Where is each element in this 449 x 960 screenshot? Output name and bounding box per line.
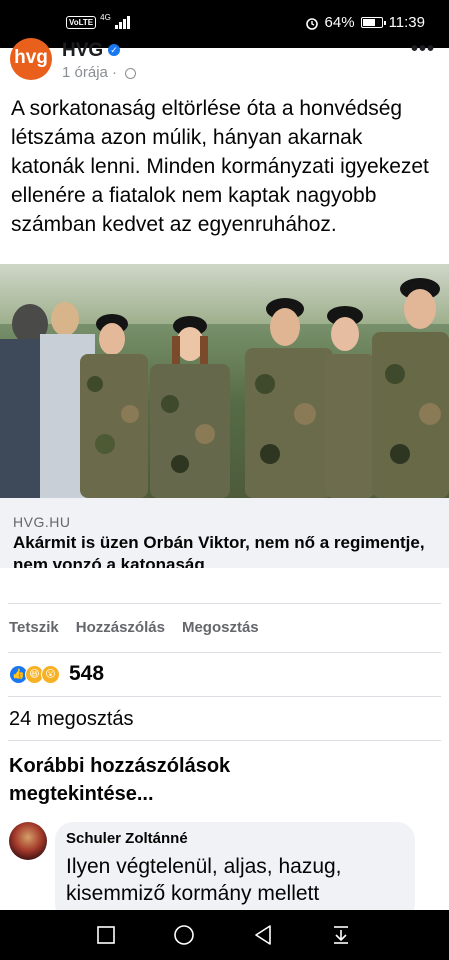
status-right: 64% 11:39 [305,14,425,31]
navigation-bar [0,910,449,960]
divider [8,696,441,697]
post-timestamp[interactable]: 1 órája · [62,64,137,81]
notification-shade-icon[interactable] [311,910,371,960]
battery-icon [360,17,386,28]
globe-icon [125,67,137,79]
home-icon[interactable] [154,910,214,960]
volte-icon: VoLTE [66,16,97,29]
soldiers-illustration [0,278,449,498]
comment-bubble[interactable]: Schuler Zoltánné Ilyen végtelenül, aljas… [55,822,415,922]
divider [8,603,441,604]
reaction-count: 548 [69,662,105,685]
commenter-avatar[interactable] [9,822,47,860]
signal-icon [114,16,130,29]
post-image[interactable] [0,264,449,498]
more-options-icon[interactable]: ••• [411,38,435,61]
separator-dot: · [112,64,122,81]
link-preview[interactable]: HVG.HU Akármit is üzen Orbán Viktor, nem… [0,498,449,568]
divider [8,740,441,741]
comment-button[interactable]: Hozzászólás [76,619,165,636]
comment-text: Ilyen végtelenül, aljas, hazug, kisemmiz… [66,855,342,905]
comment-author[interactable]: Schuler Zoltánné [66,830,188,847]
share-count[interactable]: 24 megosztás [9,708,134,731]
back-icon[interactable] [233,910,293,960]
link-domain: HVG.HU [13,514,71,530]
view-previous-comments-link[interactable]: Korábbi hozzászólások megtekintése... [9,752,309,808]
recent-apps-icon[interactable] [76,910,136,960]
page-name[interactable]: HVG [62,40,103,62]
like-button[interactable]: Tetszik [9,619,59,636]
network-type: 4G [100,13,111,22]
link-title: Akármit is üzen Orbán Viktor, nem nő a r… [13,533,425,568]
clock: 11:39 [388,14,425,31]
divider [8,652,441,653]
status-left: VoLTE 4G [66,13,130,29]
page-avatar[interactable]: hvg [10,38,52,80]
post-header: hvg HVG ✓ 1 órája · ••• [0,38,449,88]
post-text: A sorkatonaság eltörlése óta a honvédség… [11,97,429,236]
wow-icon: 😮 [41,664,60,684]
verified-badge-icon: ✓ [108,44,120,56]
post-actions: Tetszik Hozzászólás Megosztás [9,619,259,636]
reactions-summary[interactable]: 👍 😆 😮 548 [9,662,104,686]
post-time-text: 1 órája [62,64,108,81]
alarm-icon [305,17,318,30]
share-button[interactable]: Megosztás [182,619,259,636]
battery-percent: 64% [324,14,355,31]
